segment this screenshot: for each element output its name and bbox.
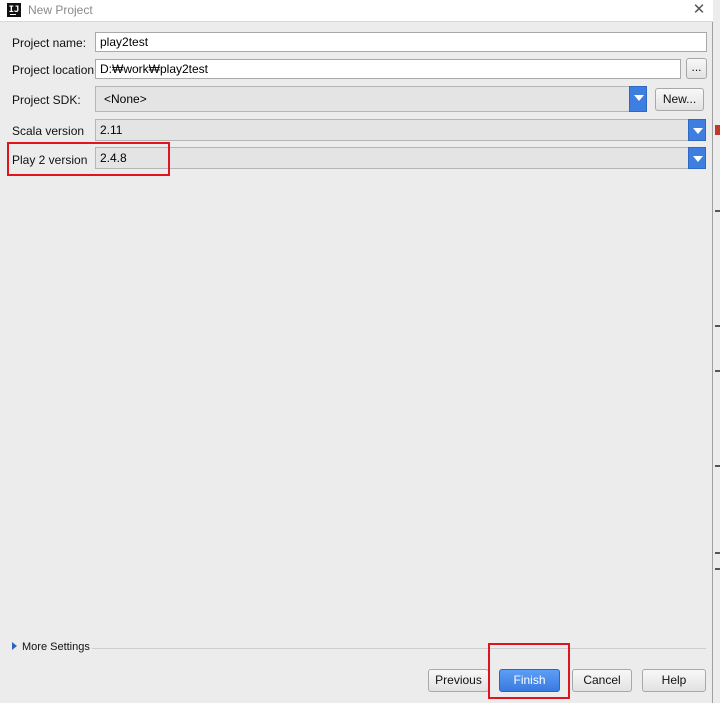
project-location-label: Project location: — [12, 63, 98, 77]
background-window-marker — [715, 552, 720, 554]
background-window-edge — [713, 0, 720, 703]
project-name-input[interactable]: play2test — [95, 32, 707, 52]
chevron-down-icon[interactable] — [688, 147, 706, 169]
close-icon[interactable]: ✕ — [691, 0, 707, 20]
project-sdk-value: <None> — [104, 92, 147, 106]
help-button[interactable]: Help — [642, 669, 706, 692]
background-window-marker — [715, 370, 720, 372]
background-window-marker — [715, 568, 720, 570]
browse-location-button[interactable]: ... — [686, 58, 707, 79]
expand-triangle-icon — [12, 642, 17, 650]
previous-button[interactable]: Previous — [428, 669, 489, 692]
play2-version-select[interactable]: 2.4.8 — [95, 147, 706, 169]
window-title: New Project — [28, 3, 93, 17]
title-bar: IJ New Project ✕ — [0, 0, 713, 22]
chevron-down-icon[interactable] — [688, 119, 706, 141]
background-window-marker — [715, 465, 720, 467]
background-window-marker — [715, 325, 720, 327]
scala-version-label: Scala version — [12, 124, 85, 138]
scala-version-value: 2.11 — [100, 123, 123, 137]
play2-version-value: 2.4.8 — [100, 151, 127, 165]
finish-button[interactable]: Finish — [499, 669, 560, 692]
cancel-button[interactable]: Cancel — [572, 669, 632, 692]
chevron-down-icon[interactable] — [629, 86, 647, 112]
more-settings-separator — [92, 648, 706, 649]
play2-version-label: Play 2 version — [12, 153, 88, 167]
new-sdk-button[interactable]: New... — [655, 88, 704, 111]
project-sdk-label: Project SDK: — [12, 93, 81, 107]
background-window-marker — [715, 210, 720, 212]
project-sdk-select[interactable]: <None> — [95, 86, 647, 112]
more-settings-toggle[interactable]: More Settings — [12, 641, 90, 653]
intellij-app-icon: IJ — [7, 3, 21, 17]
scala-version-select[interactable]: 2.11 — [95, 119, 706, 141]
new-project-dialog: IJ New Project ✕ Project name: play2test… — [0, 0, 713, 703]
background-window-marker — [715, 125, 720, 135]
more-settings-label: More Settings — [22, 641, 90, 653]
project-location-input[interactable]: D:₩work₩play2test — [95, 59, 681, 79]
project-name-label: Project name: — [12, 36, 87, 50]
